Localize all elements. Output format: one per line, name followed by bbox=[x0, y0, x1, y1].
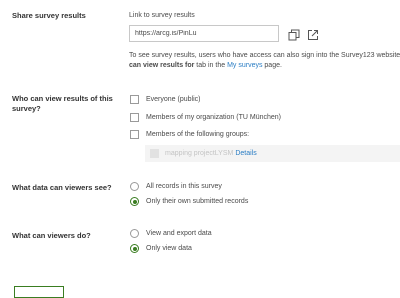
viewer-actions-label: What can viewers do? bbox=[12, 231, 91, 240]
only-view-label: Only view data bbox=[146, 245, 192, 252]
desc-mid-text: tab in the bbox=[194, 62, 228, 69]
all-records-radio[interactable] bbox=[130, 182, 139, 191]
share-description-line1: To see survey results, users who have ac… bbox=[129, 52, 400, 59]
own-records-label: Only their own submitted records bbox=[146, 198, 249, 205]
what-data-label: What data can viewers see? bbox=[12, 183, 112, 192]
desc-bold-text: can view results for bbox=[129, 62, 195, 69]
everyone-checkbox[interactable] bbox=[130, 95, 139, 104]
my-surveys-link[interactable]: My surveys bbox=[227, 62, 262, 69]
survey-results-url-field[interactable] bbox=[129, 25, 279, 42]
groups-checkbox[interactable] bbox=[130, 130, 139, 139]
everyone-option-label: Everyone (public) bbox=[146, 96, 201, 103]
group-name: mapping projectLYSM Details bbox=[165, 149, 257, 158]
desc-end-text: page. bbox=[262, 62, 282, 69]
who-can-view-label-line2: survey? bbox=[12, 104, 41, 113]
who-can-view-label: Who can view results of this survey? bbox=[12, 94, 113, 114]
only-view-radio[interactable] bbox=[130, 244, 139, 253]
save-button[interactable] bbox=[14, 286, 64, 298]
group-row: mapping projectLYSM Details bbox=[145, 145, 400, 162]
who-can-view-label-line1: Who can view results of this bbox=[12, 94, 113, 103]
open-external-icon[interactable] bbox=[307, 28, 319, 40]
link-heading: Link to survey results bbox=[129, 12, 195, 19]
share-results-label: Share survey results bbox=[12, 11, 86, 20]
copy-icon[interactable] bbox=[288, 28, 300, 41]
view-export-label: View and export data bbox=[146, 230, 212, 237]
groups-option-label: Members of the following groups: bbox=[146, 131, 250, 138]
group-details-link[interactable]: Details bbox=[235, 150, 256, 157]
own-records-radio[interactable] bbox=[130, 197, 139, 206]
share-description-line2: can view results for tab in the My surve… bbox=[129, 61, 282, 70]
group-name-text: mapping projectLYSM bbox=[165, 150, 234, 157]
organization-option-label: Members of my organization (TU München) bbox=[146, 114, 281, 121]
group-checkbox[interactable] bbox=[150, 149, 159, 158]
view-export-radio[interactable] bbox=[130, 229, 139, 238]
organization-checkbox[interactable] bbox=[130, 113, 139, 122]
all-records-label: All records in this survey bbox=[146, 183, 222, 190]
